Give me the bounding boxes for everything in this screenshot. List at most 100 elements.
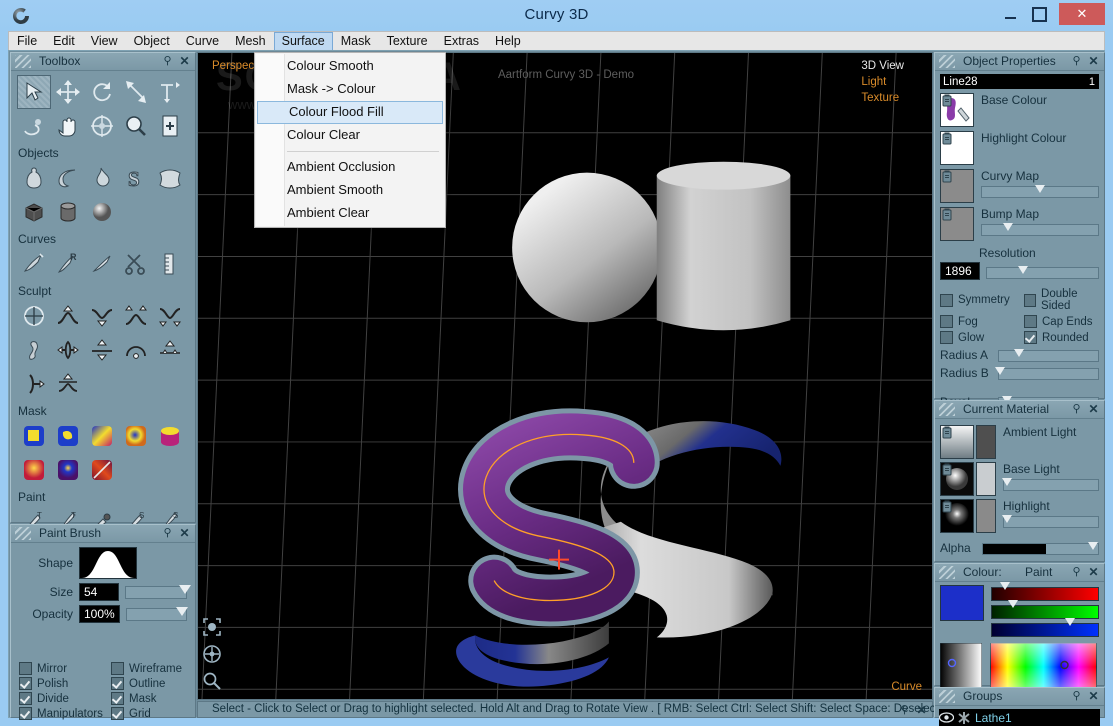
property-slider[interactable] <box>981 185 1099 198</box>
checkbox-fog[interactable]: Fog <box>940 315 1024 328</box>
menu-help[interactable]: Help <box>487 32 529 51</box>
pin-icon[interactable]: ⚲ <box>1070 690 1083 703</box>
zoom-view-icon[interactable] <box>202 671 222 691</box>
slider-knob-icon[interactable] <box>176 606 188 616</box>
orbit-icon[interactable] <box>85 109 119 143</box>
cylinder-object-icon[interactable] <box>51 195 85 229</box>
slider-knob-icon[interactable] <box>178 584 191 594</box>
bell-curve-brush-icon[interactable] <box>79 547 137 579</box>
mask-freehand-icon[interactable] <box>51 419 85 453</box>
mask-fill-icon[interactable] <box>153 419 187 453</box>
group-item[interactable]: Lathe1 <box>939 709 1100 726</box>
close-icon[interactable]: ✕ <box>915 704 928 717</box>
property-slider[interactable] <box>981 223 1099 236</box>
menu-file[interactable]: File <box>9 32 45 51</box>
slider-knob-icon[interactable] <box>1002 223 1013 231</box>
menu-mesh[interactable]: Mesh <box>227 32 274 51</box>
menu-mask[interactable]: Mask <box>333 32 379 51</box>
brush-opacity-input[interactable]: 100% <box>79 605 120 623</box>
lathe-object-icon[interactable] <box>17 161 51 195</box>
checkbox-mask[interactable]: Mask <box>111 692 191 705</box>
zoom-magnifier-icon[interactable] <box>119 109 153 143</box>
close-icon[interactable]: ✕ <box>1087 690 1100 703</box>
checkbox-wireframe[interactable]: Wireframe <box>111 662 191 675</box>
menu-item-ambient-smooth[interactable]: Ambient Smooth <box>255 179 445 202</box>
grey-map-icon[interactable] <box>940 207 974 241</box>
menu-item-colour-flood-fill[interactable]: Colour Flood Fill <box>257 101 443 124</box>
cube-object-icon[interactable] <box>17 195 51 229</box>
lock-icon[interactable] <box>942 94 952 107</box>
bump-icon[interactable] <box>153 333 187 367</box>
view-mode-3d-view[interactable]: 3D View <box>861 58 904 74</box>
sphere-object-icon[interactable] <box>85 195 119 229</box>
menu-object[interactable]: Object <box>126 32 178 51</box>
material-colour-swatch[interactable] <box>976 462 996 496</box>
checkbox-grid[interactable]: Grid <box>111 707 191 720</box>
blue-channel-slider[interactable] <box>991 618 1099 637</box>
slider-knob-icon[interactable] <box>1008 600 1019 608</box>
flatten-icon[interactable] <box>85 333 119 367</box>
cut-curve-icon[interactable] <box>119 247 153 281</box>
lathe-spin-icon[interactable] <box>17 109 51 143</box>
draw-curve-icon[interactable] <box>17 247 51 281</box>
pin-icon[interactable]: ⚲ <box>1070 566 1083 579</box>
revolve-curve-icon[interactable]: R <box>51 247 85 281</box>
curve-object-icon[interactable] <box>51 161 85 195</box>
menu-item-ambient-clear[interactable]: Ambient Clear <box>255 202 445 225</box>
smudge-icon[interactable] <box>17 333 51 367</box>
view-mode-texture[interactable]: Texture <box>861 90 904 106</box>
asterisk-icon[interactable] <box>957 711 971 725</box>
move-axis-icon[interactable] <box>153 75 187 109</box>
slider-knob-icon[interactable] <box>1065 618 1076 626</box>
menu-extras[interactable]: Extras <box>436 32 487 51</box>
close-button[interactable]: ✕ <box>1059 3 1105 25</box>
pan-hand-icon[interactable] <box>51 109 85 143</box>
drip-object-icon[interactable] <box>85 161 119 195</box>
checkbox-double-sided[interactable]: Double Sided <box>1024 288 1104 312</box>
base-sphere-icon[interactable] <box>940 462 974 496</box>
scale-icon[interactable] <box>119 75 153 109</box>
mask-gradient-icon[interactable] <box>85 419 119 453</box>
eye-icon[interactable] <box>939 712 954 723</box>
inflate-icon[interactable] <box>17 299 51 333</box>
slider-knob-icon[interactable] <box>1013 349 1024 357</box>
checkbox-symmetry[interactable]: Symmetry <box>940 288 1024 312</box>
purple-paint-swatch-icon[interactable] <box>940 93 974 127</box>
new-page-icon[interactable] <box>153 109 187 143</box>
material-colour-swatch[interactable] <box>976 499 996 533</box>
expand-icon[interactable] <box>119 299 153 333</box>
pin-icon[interactable]: ⚲ <box>161 527 174 540</box>
material-colour-swatch[interactable] <box>976 425 996 459</box>
pinch-icon[interactable] <box>51 333 85 367</box>
pin-icon[interactable]: ⚲ <box>161 55 174 68</box>
raise-icon[interactable] <box>51 299 85 333</box>
close-icon[interactable]: ✕ <box>178 55 191 68</box>
menu-item-colour-clear[interactable]: Colour Clear <box>255 124 445 147</box>
drag-grip-icon[interactable] <box>15 527 31 540</box>
checkbox-rounded[interactable]: Rounded <box>1024 331 1104 344</box>
drag-grip-icon[interactable] <box>939 690 955 703</box>
menu-surface[interactable]: Surface <box>273 31 333 51</box>
menu-item-colour-smooth[interactable]: Colour Smooth <box>255 55 445 78</box>
menu-item-ambient-occlusion[interactable]: Ambient Occlusion <box>255 156 445 179</box>
edit-curve-icon[interactable] <box>85 247 119 281</box>
mask-clear-icon[interactable] <box>85 453 119 487</box>
mask-box-icon[interactable] <box>17 419 51 453</box>
lock-icon[interactable] <box>942 208 952 221</box>
maximize-button[interactable] <box>1025 3 1054 25</box>
smooth-icon[interactable] <box>51 367 85 401</box>
lower-icon[interactable] <box>85 299 119 333</box>
brush-size-slider[interactable] <box>125 584 191 599</box>
close-icon[interactable]: ✕ <box>178 527 191 540</box>
close-icon[interactable]: ✕ <box>1087 566 1100 579</box>
menu-texture[interactable]: Texture <box>379 32 436 51</box>
drag-grip-icon[interactable] <box>939 55 955 68</box>
slider-knob-icon[interactable] <box>1088 542 1098 550</box>
green-channel-slider[interactable] <box>991 600 1099 619</box>
slider-knob-icon[interactable] <box>999 582 1010 590</box>
pin-icon[interactable]: ⚲ <box>1070 403 1083 416</box>
drag-grip-icon[interactable] <box>15 55 31 68</box>
lock-icon[interactable] <box>942 426 952 439</box>
checkbox-glow[interactable]: Glow <box>940 331 1024 344</box>
checkbox-polish[interactable]: Polish <box>19 677 111 690</box>
